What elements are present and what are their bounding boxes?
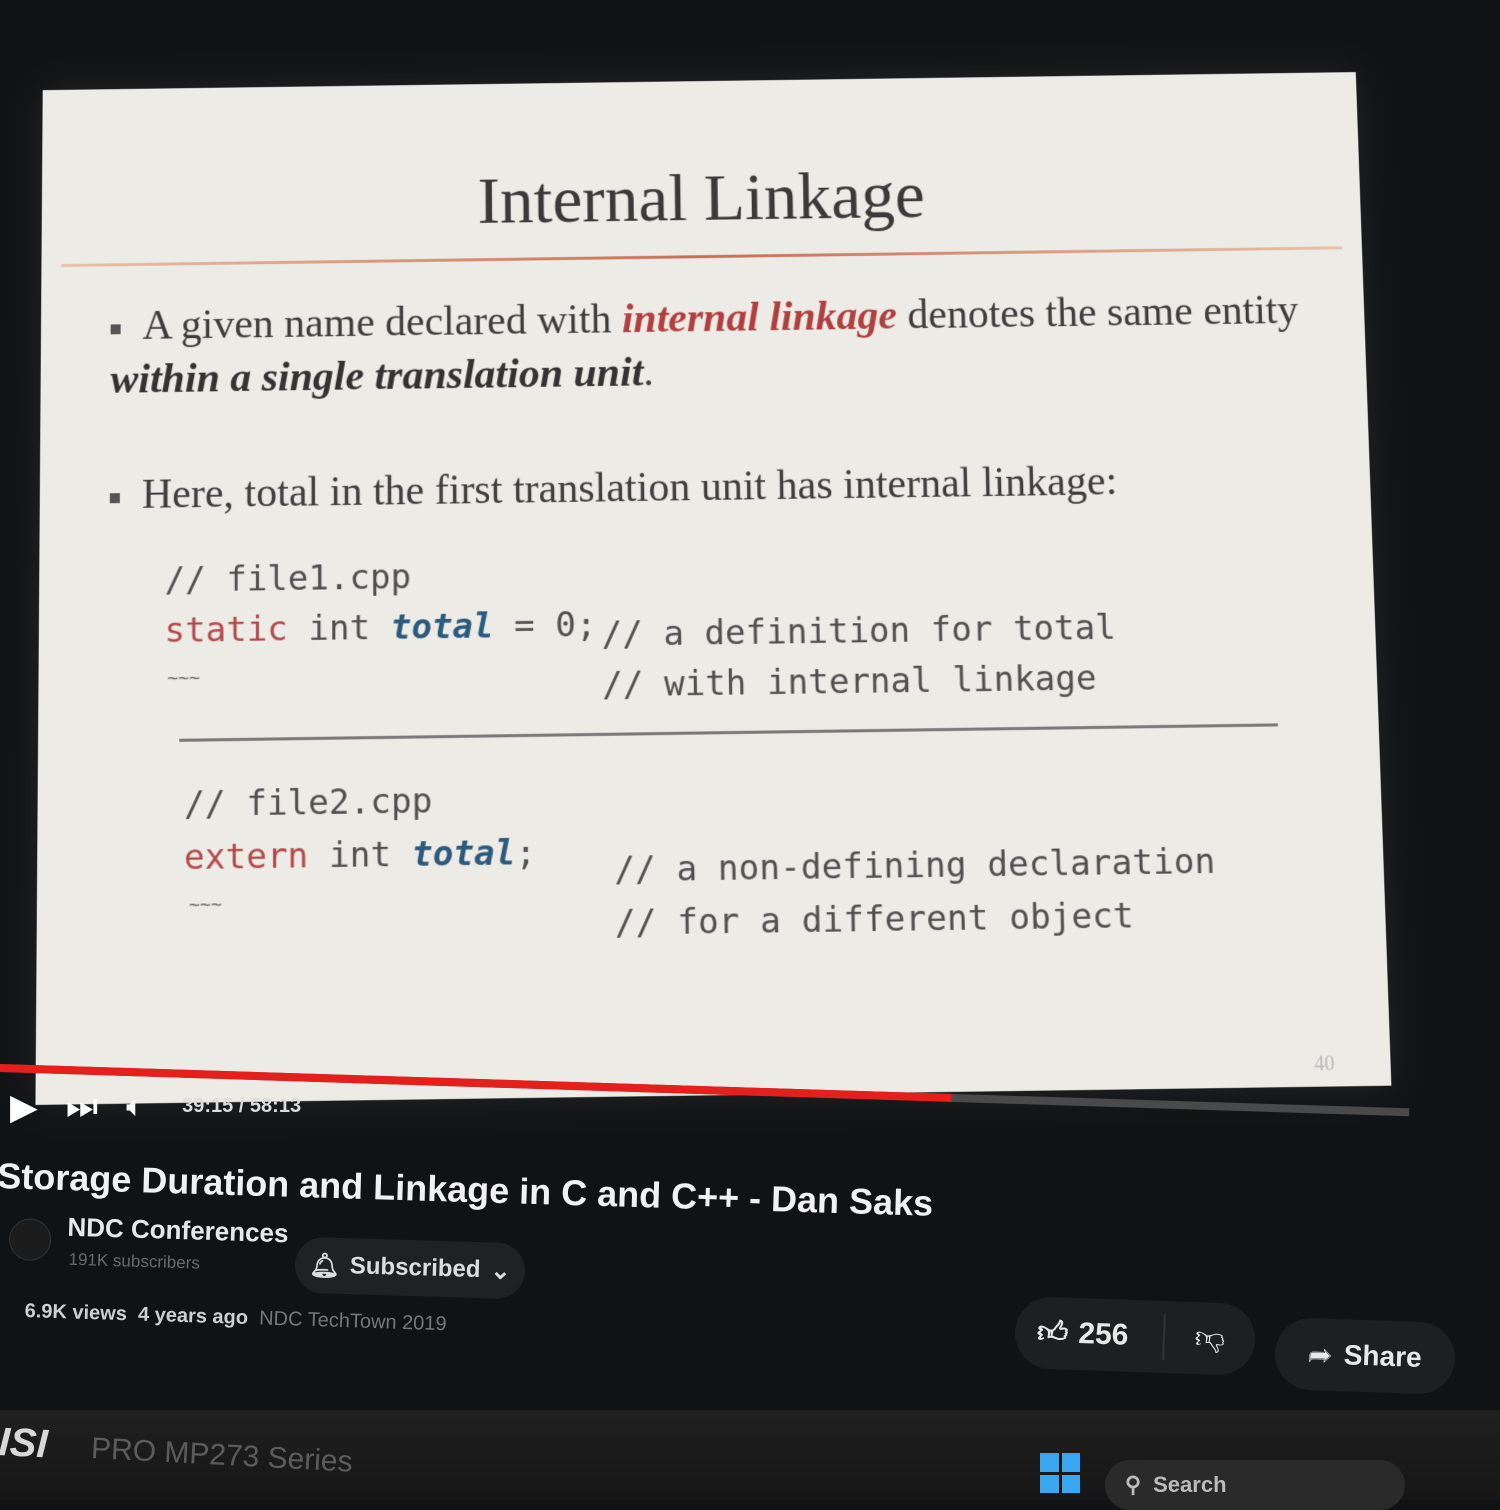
file2-ellipsis: ~~~ [188,894,222,917]
presentation-slide: Internal Linkage A given name declared w… [35,72,1392,1105]
thumbs-up-icon: 👍︎ [1036,1315,1069,1350]
subscribed-label: Subscribed [349,1252,481,1284]
file2-note-1: // a non-defining declaration [614,841,1216,891]
taskbar-search-label: Search [1153,1472,1227,1497]
bullet-1-text-c: . [642,349,655,396]
like-dislike-group: 👍︎ 256 👎︎ [1013,1295,1257,1377]
subscriber-count: 191K subscribers [68,1249,201,1273]
upload-age: 4 years ago [137,1303,249,1330]
bullet-1: A given name declared with internal link… [110,283,1307,406]
slide-title: Internal Linkage [477,157,926,238]
video-meta: 6.9K views 4 years ago NDC TechTown 2019 [24,1300,447,1336]
file2-comment: // file2.cpp [184,780,433,826]
search-icon: ⚲ [1125,1472,1142,1497]
taskbar-search[interactable]: ⚲ Search [1105,1460,1405,1510]
next-icon[interactable]: ⏭ [66,1085,98,1128]
code-divider [179,723,1278,742]
file1-statement: static int total = 0; [164,605,596,651]
bullet-1-highlight: internal linkage [621,292,898,343]
play-icon[interactable]: ▶ [10,1086,38,1128]
view-count: 6.9K views [24,1300,128,1326]
file1-ellipsis: ~~~ [167,667,201,690]
bullet-marker [110,324,121,335]
bullet-2-text: Here, total in the first translation uni… [141,458,1118,518]
file2-note-2: // for a different object [614,895,1135,944]
code-identifier: total [390,606,494,648]
slide-page-number: 40 [1313,1052,1335,1076]
code-rest: = 0; [493,604,597,647]
file2-statement: extern int total; [184,832,536,878]
bullet-1-text-a: A given name declared with [142,296,623,349]
bullet-1-text-b: denotes the same entity [896,287,1300,339]
dislike-button[interactable]: 👎︎ [1164,1319,1255,1358]
title-underline [61,246,1343,267]
file1-note-1: // a definition for total [601,607,1117,656]
like-count: 256 [1077,1317,1130,1352]
file1-comment: // file1.cpp [164,557,412,601]
volume-icon[interactable]: 🔈︎ [126,1090,144,1124]
like-button[interactable]: 👍︎ 256 [1014,1308,1166,1361]
file1-note-2: // with internal linkage [601,658,1098,706]
code-keyword: extern [183,835,309,879]
bullet-marker [109,493,120,504]
code-type: int [308,834,412,877]
bullet-1-emphasis: within a single translation unit [110,349,644,403]
player-controls: ▶ ⏭ 🔈︎ 39:15 / 58:13 [10,1085,301,1128]
channel-avatar[interactable] [8,1217,52,1262]
subscribed-button[interactable]: 🔔︎ Subscribed ⌄ [294,1236,526,1300]
thumbs-down-icon: 👎︎ [1194,1321,1226,1356]
bell-icon: 🔔︎ [309,1251,341,1280]
share-label: Share [1343,1339,1423,1373]
windows-start-icon[interactable] [1040,1453,1080,1493]
bullet-2: Here, total in the first translation uni… [109,452,1311,523]
channel-name[interactable]: NDC Conferences [67,1212,289,1250]
event-tag[interactable]: NDC TechTown 2019 [259,1307,447,1335]
share-button[interactable]: ➦ Share [1273,1316,1457,1396]
code-rest: ; [515,832,537,874]
code-identifier: total [411,832,516,876]
time-display: 39:15 / 58:13 [182,1095,302,1117]
share-icon: ➦ [1307,1338,1333,1371]
code-keyword: static [164,609,288,652]
chevron-down-icon: ⌄ [490,1256,511,1285]
monitor-brand-logo: ISI [0,1420,49,1467]
code-type: int [287,607,391,650]
